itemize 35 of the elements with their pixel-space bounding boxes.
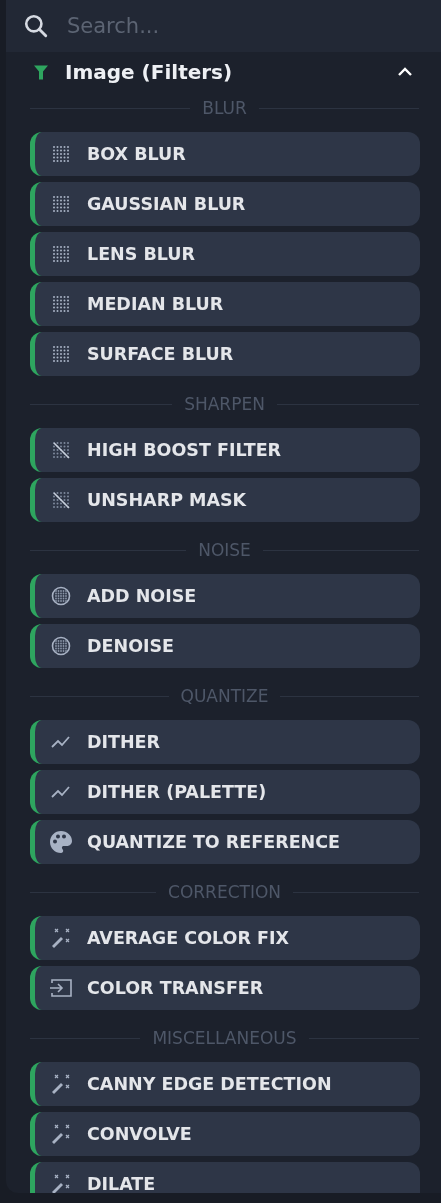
filter-item[interactable]: SURFACE BLUR (30, 332, 420, 376)
filter-item[interactable]: CANNY EDGE DETECTION (30, 1062, 420, 1106)
filter-item[interactable]: DILATE (30, 1162, 420, 1193)
filter-item[interactable]: UNSHARP MASK (30, 478, 420, 522)
filter-item[interactable]: MEDIAN BLUR (30, 282, 420, 326)
filter-icon (33, 63, 49, 81)
palette-icon (49, 830, 73, 854)
noise-circle-icon (49, 636, 73, 656)
trend-line-icon (49, 785, 73, 799)
trend-line-icon (49, 735, 73, 749)
filter-item[interactable]: GAUSSIAN BLUR (30, 182, 420, 226)
filter-item[interactable]: BOX BLUR (30, 132, 420, 176)
search-input[interactable]: Search... (67, 14, 367, 38)
search-field[interactable]: Search... (6, 0, 441, 52)
filter-item[interactable]: HIGH BOOST FILTER (30, 428, 420, 472)
section-label: SHARPEN (184, 394, 265, 414)
search-icon (23, 13, 49, 39)
filter-item[interactable]: DITHER (30, 720, 420, 764)
filter-item[interactable]: COLOR TRANSFER (30, 966, 420, 1010)
filter-item[interactable]: DENOISE (30, 624, 420, 668)
chevron-icon (397, 67, 413, 77)
noise-circle-icon (49, 586, 73, 606)
filter-item[interactable]: QUANTIZE TO REFERENCE (30, 820, 420, 864)
filter-item[interactable]: DITHER (PALETTE) (30, 770, 420, 814)
filter-item[interactable]: ADD NOISE (30, 574, 420, 618)
section-label: MISCELLANEOUS (152, 1028, 297, 1048)
section-label: BLUR (202, 98, 247, 118)
filter-item[interactable]: LENS BLUR (30, 232, 420, 276)
group-header[interactable]: Image (Filters) (6, 52, 441, 92)
import-box-icon (49, 978, 73, 998)
section-label: CORRECTION (168, 882, 281, 902)
filter-item[interactable]: AVERAGE COLOR FIX (30, 916, 420, 960)
filter-item[interactable]: CONVOLVE (30, 1112, 420, 1156)
section-label: NOISE (198, 540, 251, 560)
section-label: QUANTIZE (180, 686, 269, 706)
